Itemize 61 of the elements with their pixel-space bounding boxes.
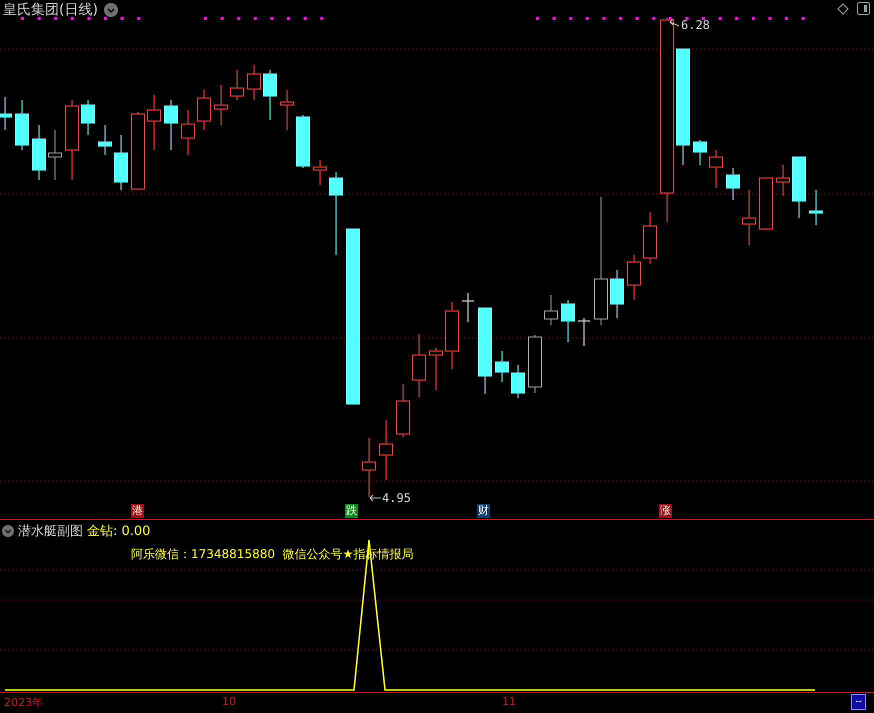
candlestick [15,100,29,150]
event-tag[interactable]: 涨 [659,504,672,518]
candlestick [709,150,723,188]
candlestick [726,168,740,200]
price-label: 4.95 [382,491,411,505]
candlestick [164,100,178,150]
candlestick [544,294,558,326]
candlestick [280,90,294,130]
candlestick [0,96,12,130]
arrow-icon [370,494,382,502]
axis-label: 11 [502,695,516,708]
candlestick [742,190,756,246]
candlestick [528,334,542,394]
indicator-title: 潜水艇副图 [18,523,83,540]
candlestick [263,70,277,120]
candlestick [230,70,244,100]
candlestick [147,94,161,150]
candlestick [48,130,62,180]
candlestick [693,140,707,166]
chevron-icon[interactable] [104,3,118,17]
candlestick [412,334,426,398]
candlestick [197,90,211,130]
panel-toggle-icon[interactable] [857,2,870,15]
candlestick [396,384,410,438]
event-tag[interactable]: 财 [477,504,490,518]
candlestick [578,318,590,346]
candlestick [809,190,823,226]
candlestick [511,364,525,398]
chart-title: 皇氏集团(日线) [3,1,98,19]
candlestick [445,302,459,370]
candlestick [627,254,641,300]
diamond-icon[interactable] [837,2,849,14]
candlestick [462,292,474,322]
candlestick [429,348,443,390]
candlestick [32,124,46,180]
candlestick [247,64,261,100]
candlestick [610,270,624,318]
candlestick [379,420,393,480]
candlestick [98,124,112,156]
candlestick [643,212,657,264]
arrow-icon [670,18,680,26]
candlestick [181,110,195,156]
candlestick [759,178,773,230]
event-tag[interactable]: 港 [131,504,144,518]
candlestick [495,350,509,382]
candlestick [114,134,128,190]
candlestick [296,114,310,168]
candlestick [81,100,95,136]
price-label: 6.28 [681,18,710,32]
chevron-icon[interactable] [2,525,14,537]
candlestick [214,84,228,126]
candlestick [792,156,806,218]
candlestick [561,300,575,342]
candlestick [313,160,327,186]
candlestick [362,438,376,498]
axis-label: 10 [222,695,236,708]
event-tag[interactable]: 跌 [345,504,358,518]
corner-button[interactable]: -- [851,694,866,710]
candlestick [776,164,790,196]
indicator-value: 金钻: 0.00 [87,523,150,540]
axis-label: 2023年 [4,695,43,710]
